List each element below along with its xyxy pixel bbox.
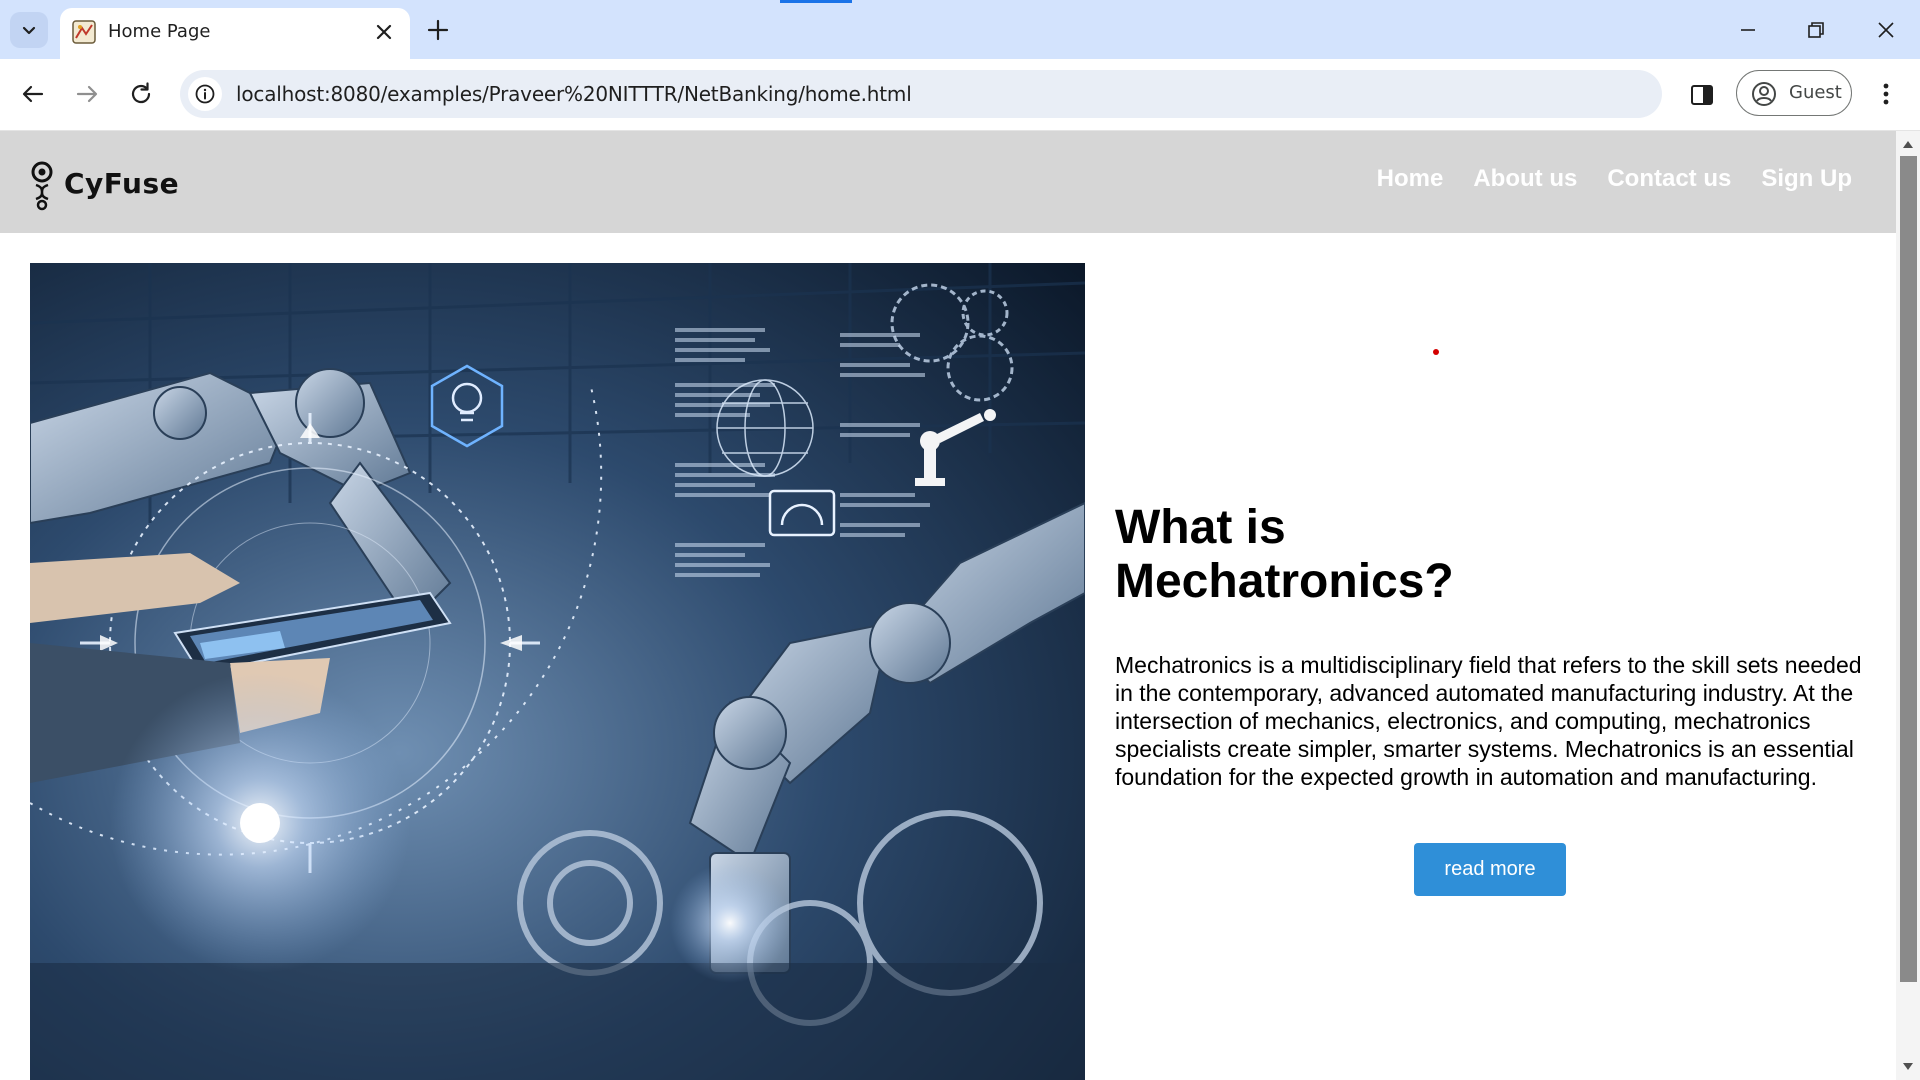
nav-link-contact-us[interactable]: Contact us <box>1607 165 1731 193</box>
chevron-down-icon <box>22 26 36 35</box>
scroll-down-arrow-icon[interactable] <box>1902 1062 1914 1072</box>
side-panel-icon[interactable] <box>1688 81 1716 109</box>
nav-link-about-us[interactable]: About us <box>1473 165 1577 193</box>
vertical-scrollbar[interactable] <box>1896 131 1920 1080</box>
loading-indicator <box>780 0 852 3</box>
account-circle-icon <box>1752 82 1776 106</box>
intro-section: What is Mechatronics? Mechatronics is a … <box>1115 501 1865 791</box>
close-window-icon[interactable] <box>1872 16 1900 44</box>
profile-label: Guest <box>1789 82 1842 103</box>
minimize-icon[interactable] <box>1734 16 1762 44</box>
new-tab-icon[interactable] <box>424 16 452 44</box>
page-favicon-icon <box>72 20 96 44</box>
nav-link-home[interactable]: Home <box>1377 165 1444 193</box>
back-arrow-icon[interactable] <box>18 79 48 109</box>
address-bar[interactable]: localhost:8080/examples/Praveer%20NITTTR… <box>180 70 1662 118</box>
info-icon <box>195 84 215 104</box>
page-viewport: CyFuse Home About us Contact us Sign Up <box>0 131 1896 1080</box>
browser-tab-active[interactable]: Home Page <box>60 8 410 59</box>
more-menu-icon[interactable] <box>1874 79 1898 109</box>
tab-search-button[interactable] <box>10 12 48 48</box>
site-info-button[interactable] <box>188 77 222 111</box>
browser-tabstrip: Home Page <box>0 0 1920 59</box>
forward-arrow-icon[interactable] <box>72 79 102 109</box>
decorative-dot <box>1433 349 1439 355</box>
nav-links: Home About us Contact us Sign Up <box>1377 165 1852 193</box>
page-title: What is Mechatronics? <box>1115 501 1454 608</box>
scrollbar-thumb[interactable] <box>1900 156 1917 982</box>
brand-logo-icon <box>31 161 53 211</box>
browser-toolbar: localhost:8080/examples/Praveer%20NITTTR… <box>0 59 1920 131</box>
reload-icon[interactable] <box>126 79 156 109</box>
nav-link-sign-up[interactable]: Sign Up <box>1761 165 1852 193</box>
intro-paragraph: Mechatronics is a multidisciplinary fiel… <box>1115 652 1862 790</box>
url-text: localhost:8080/examples/Praveer%20NITTTR… <box>236 82 912 106</box>
restore-icon[interactable] <box>1802 16 1830 44</box>
read-more-button[interactable]: read more <box>1414 843 1566 896</box>
close-tab-icon[interactable] <box>372 20 396 44</box>
site-navbar: CyFuse Home About us Contact us Sign Up <box>0 131 1896 233</box>
tab-title: Home Page <box>108 21 211 42</box>
scroll-up-arrow-icon[interactable] <box>1902 139 1914 149</box>
mechatronics-illustration <box>30 263 1085 1080</box>
brand-name[interactable]: CyFuse <box>64 167 179 200</box>
profile-button[interactable]: Guest <box>1736 70 1852 116</box>
hero-image <box>30 263 1085 1080</box>
